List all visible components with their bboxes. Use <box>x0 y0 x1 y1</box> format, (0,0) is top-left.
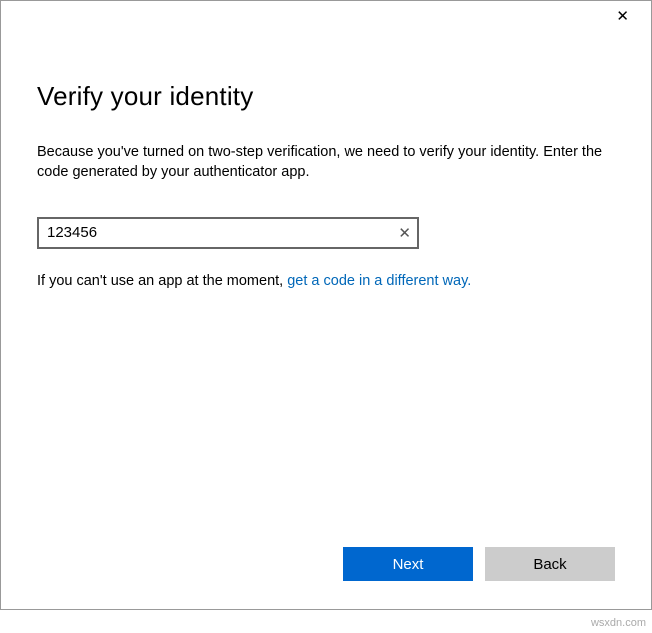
description-text: Because you've turned on two-step verifi… <box>37 142 615 183</box>
clear-input-icon[interactable]: ✕ <box>398 224 411 242</box>
page-title: Verify your identity <box>37 81 615 112</box>
code-input[interactable] <box>37 217 419 249</box>
alt-prefix-text: If you can't use an app at the moment, <box>37 273 287 289</box>
footer-buttons: Next Back <box>343 547 615 581</box>
back-button[interactable]: Back <box>485 547 615 581</box>
verify-identity-dialog: ✕ Verify your identity Because you've tu… <box>0 0 652 610</box>
watermark-text: wsxdn.com <box>591 617 646 629</box>
alternate-method-text: If you can't use an app at the moment, g… <box>37 273 615 289</box>
dialog-content: Verify your identity Because you've turn… <box>1 31 651 609</box>
titlebar: ✕ <box>1 1 651 31</box>
get-code-different-way-link[interactable]: get a code in a different way. <box>287 273 471 289</box>
next-button[interactable]: Next <box>343 547 473 581</box>
close-icon[interactable]: ✕ <box>608 5 637 28</box>
code-input-wrapper: ✕ <box>37 217 419 249</box>
